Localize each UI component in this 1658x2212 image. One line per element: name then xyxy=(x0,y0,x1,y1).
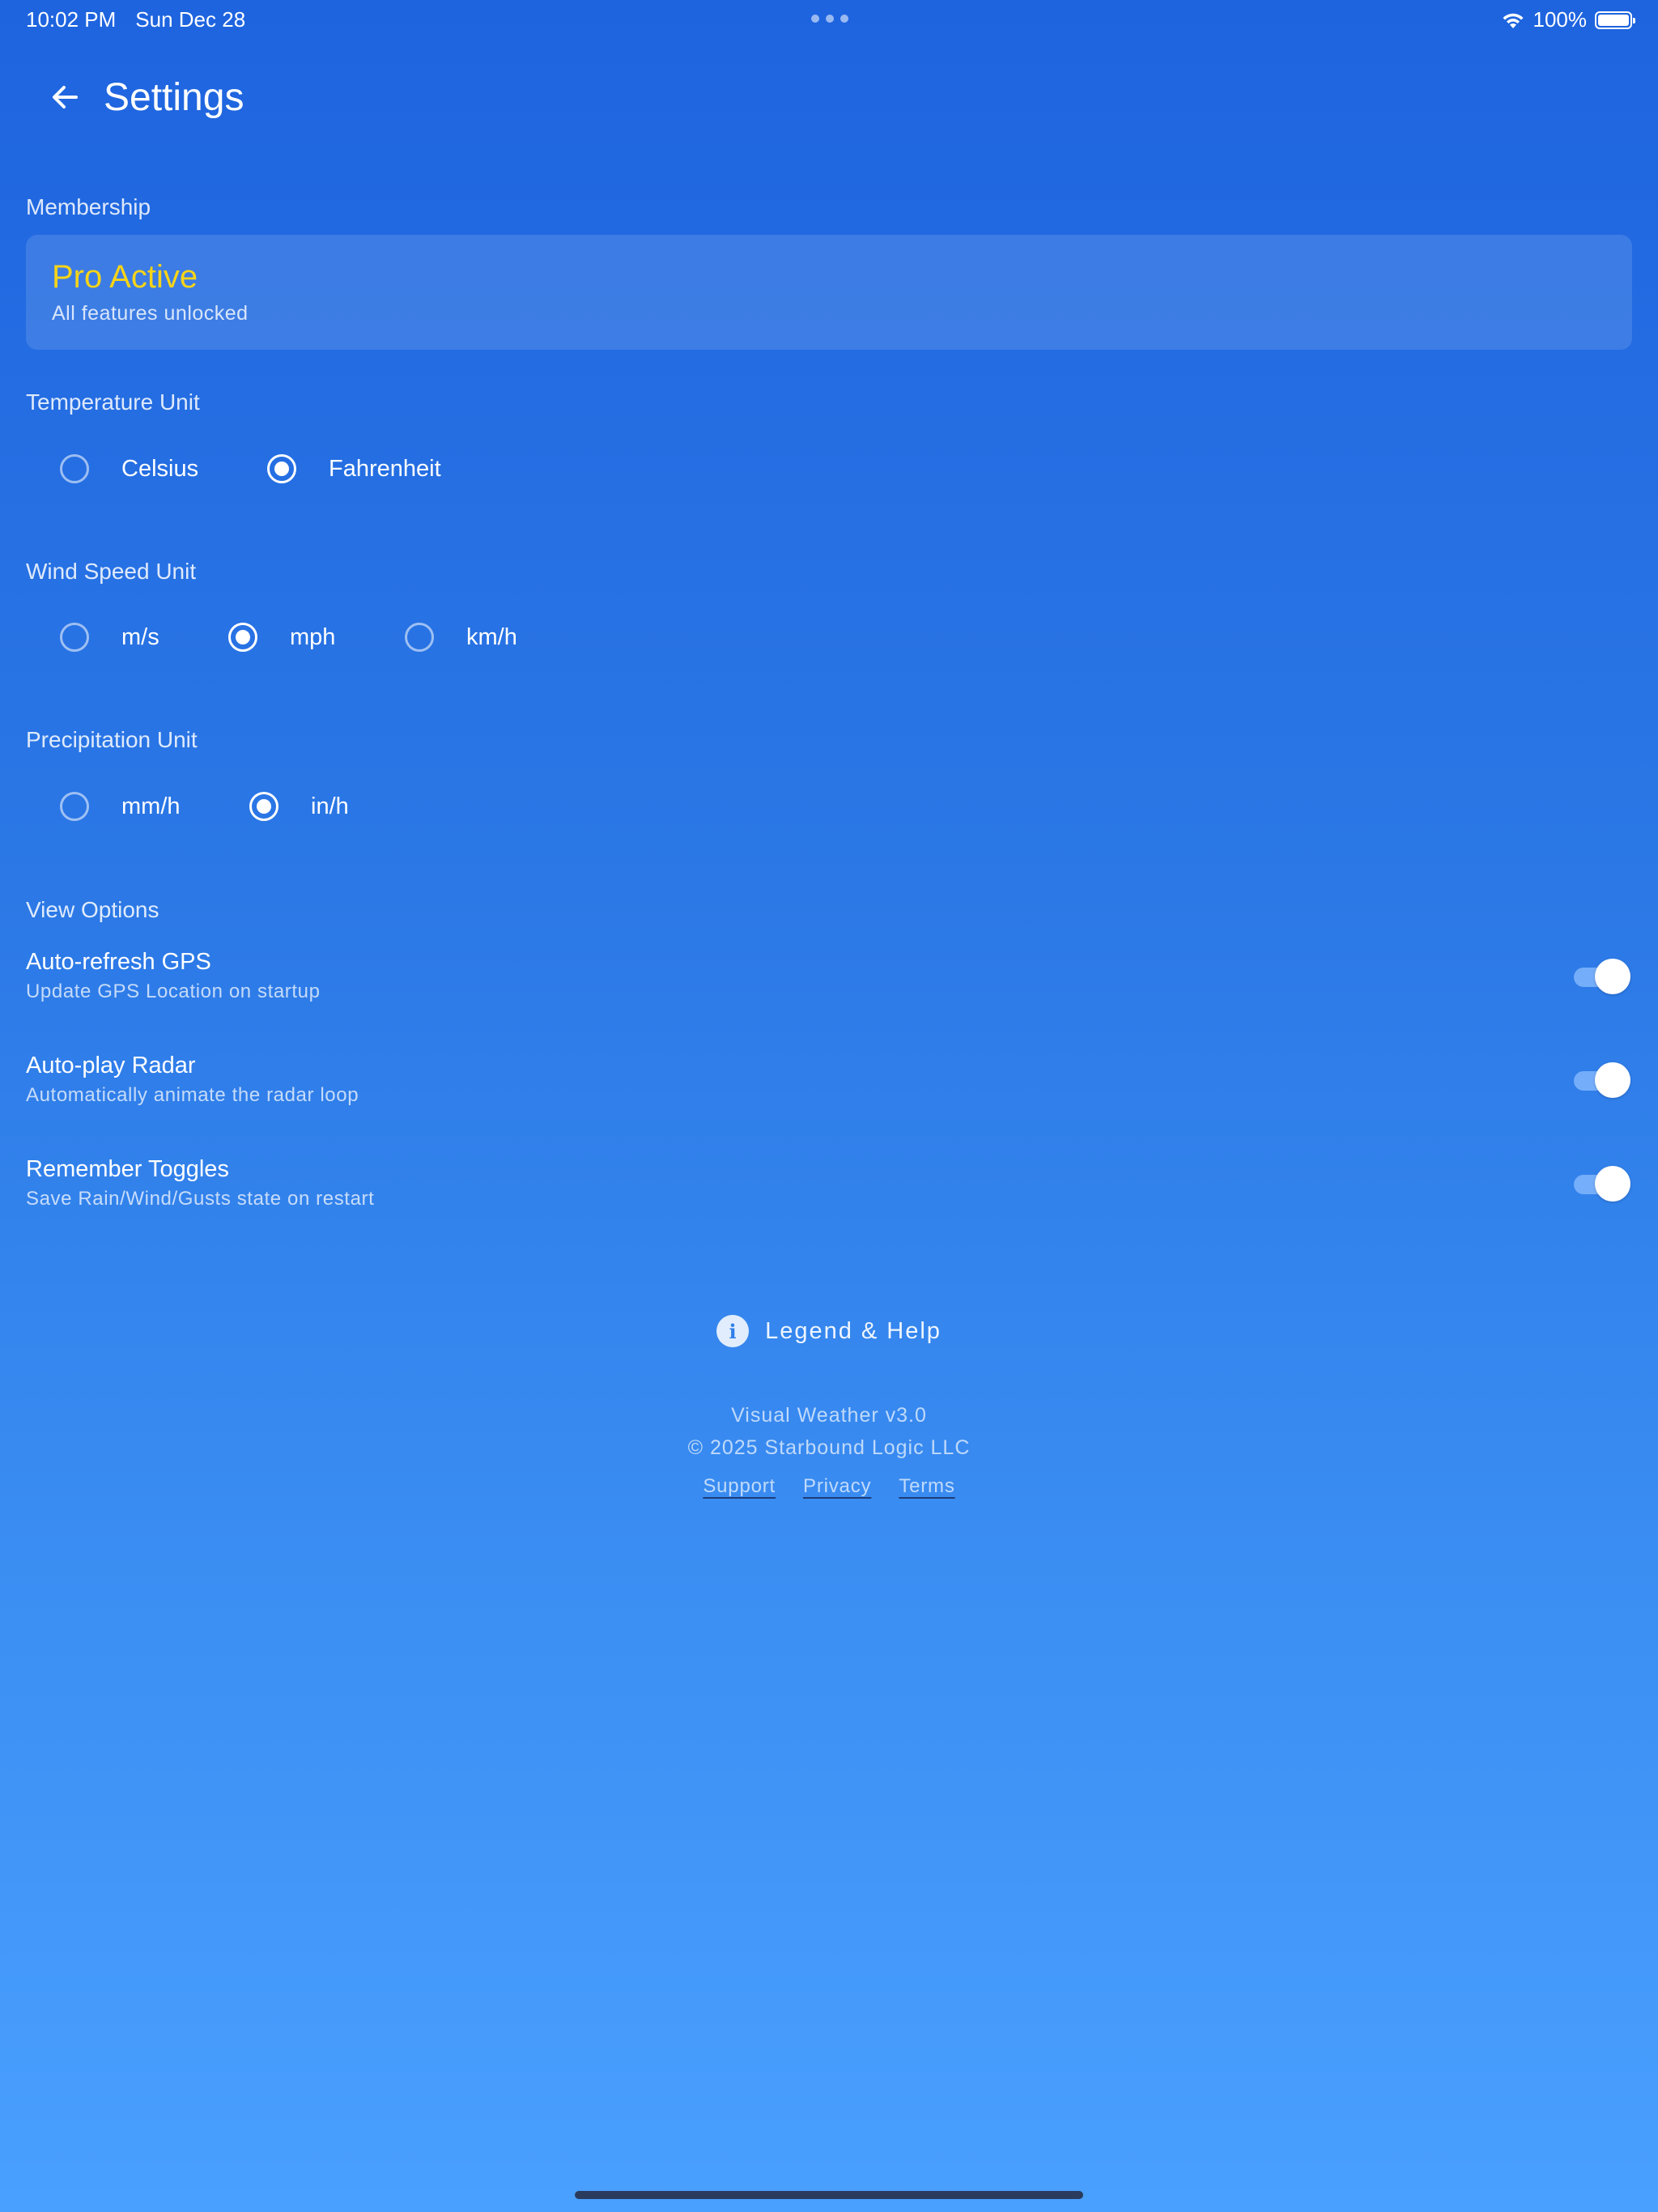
app-version: Visual Weather v3.0 xyxy=(731,1404,927,1427)
radio-label: Celsius xyxy=(121,455,199,482)
radio-button[interactable] xyxy=(405,623,434,652)
toggle-row-remember-toggles: Remember Toggles Save Rain/Wind/Gusts st… xyxy=(26,1156,1632,1221)
toggle-row-auto-refresh-gps: Auto-refresh GPS Update GPS Location on … xyxy=(26,949,1632,1014)
radio-fahrenheit[interactable]: Fahrenheit xyxy=(267,454,441,483)
back-button[interactable] xyxy=(40,73,89,121)
arrow-left-icon xyxy=(53,86,78,108)
radio-inh[interactable]: in/h xyxy=(249,792,349,821)
radio-label: in/h xyxy=(311,793,349,819)
status-date: Sun Dec 28 xyxy=(135,7,246,32)
status-time-group: 10:02 PM Sun Dec 28 xyxy=(26,7,245,32)
radio-kmh[interactable]: km/h xyxy=(405,623,517,652)
legend-help-button[interactable]: i Legend & Help xyxy=(0,1315,1658,1347)
toggle-row-auto-play-radar: Auto-play Radar Automatically animate th… xyxy=(26,1053,1632,1117)
radio-ms[interactable]: m/s xyxy=(60,623,228,652)
home-indicator[interactable] xyxy=(575,2191,1083,2199)
membership-card[interactable]: Pro Active All features unlocked xyxy=(26,235,1632,350)
precipitation-unit-radio-group: mm/h in/h xyxy=(60,787,349,826)
radio-button-selected[interactable] xyxy=(249,792,278,821)
radio-label: km/h xyxy=(466,623,517,650)
header: Settings xyxy=(40,73,244,121)
precipitation-unit-label: Precipitation Unit xyxy=(26,727,198,752)
battery-percentage: 100% xyxy=(1533,7,1588,32)
multitasking-dots-icon[interactable] xyxy=(811,15,848,23)
wifi-icon xyxy=(1501,11,1525,29)
radio-button[interactable] xyxy=(60,792,89,821)
support-link[interactable]: Support xyxy=(703,1475,776,1498)
radio-mmh[interactable]: mm/h xyxy=(60,792,249,821)
membership-description: All features unlocked xyxy=(52,302,249,325)
wind-speed-unit-label: Wind Speed Unit xyxy=(26,559,197,584)
temperature-unit-label: Temperature Unit xyxy=(26,389,200,415)
radio-button-selected[interactable] xyxy=(228,623,257,652)
toggle-subtitle: Automatically animate the radar loop xyxy=(26,1084,359,1106)
footer-links: Support Privacy Terms xyxy=(0,1475,1658,1498)
toggle-subtitle: Save Rain/Wind/Gusts state on restart xyxy=(26,1188,375,1210)
radio-label: mph xyxy=(290,623,336,650)
status-indicators: 100% xyxy=(1501,7,1635,32)
toggle-subtitle: Update GPS Location on startup xyxy=(26,981,321,1002)
radio-label: mm/h xyxy=(121,793,181,819)
auto-play-radar-switch[interactable] xyxy=(1574,1061,1632,1100)
legend-help-label: Legend & Help xyxy=(765,1317,942,1344)
page-title: Settings xyxy=(104,75,244,119)
battery-icon xyxy=(1595,11,1635,29)
info-icon: i xyxy=(716,1315,750,1347)
terms-link[interactable]: Terms xyxy=(899,1475,954,1498)
toggle-title: Remember Toggles xyxy=(26,1156,229,1182)
copyright: © 2025 Starbound Logic LLC xyxy=(687,1436,971,1459)
membership-status: Pro Active xyxy=(52,259,198,295)
radio-celsius[interactable]: Celsius xyxy=(60,454,267,483)
radio-button[interactable] xyxy=(60,623,89,652)
view-options-label: View Options xyxy=(26,897,159,922)
privacy-link[interactable]: Privacy xyxy=(803,1475,871,1498)
radio-label: m/s xyxy=(121,623,159,650)
toggle-title: Auto-play Radar xyxy=(26,1053,196,1078)
toggle-title: Auto-refresh GPS xyxy=(26,949,211,975)
radio-mph[interactable]: mph xyxy=(228,623,405,652)
status-bar: 10:02 PM Sun Dec 28 100% xyxy=(0,0,1658,39)
status-time: 10:02 PM xyxy=(26,7,117,32)
temperature-unit-radio-group: Celsius Fahrenheit xyxy=(60,449,441,488)
auto-refresh-gps-switch[interactable] xyxy=(1574,957,1632,996)
remember-toggles-switch[interactable] xyxy=(1574,1164,1632,1203)
wind-speed-unit-radio-group: m/s mph km/h xyxy=(60,618,517,657)
radio-label: Fahrenheit xyxy=(329,455,441,482)
radio-button[interactable] xyxy=(60,454,89,483)
radio-button-selected[interactable] xyxy=(267,454,296,483)
membership-section-label: Membership xyxy=(26,194,151,219)
